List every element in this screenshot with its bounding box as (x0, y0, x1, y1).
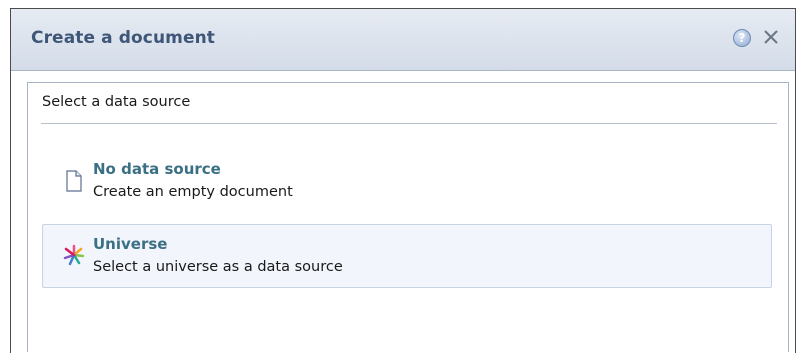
option-description: Create an empty document (93, 184, 293, 200)
close-icon[interactable] (761, 27, 781, 47)
dialog-titlebar: Create a document ? (11, 9, 795, 71)
create-document-dialog: Create a document ? Select a data source… (10, 8, 796, 353)
dialog-title: Create a document (31, 28, 216, 48)
help-icon[interactable]: ? (733, 29, 751, 47)
data-source-panel: Select a data source No data source Crea… (27, 82, 789, 352)
option-description: Select a universe as a data source (93, 259, 343, 275)
option-title: Universe (93, 235, 168, 253)
section-label: Select a data source (42, 94, 191, 110)
option-title: No data source (93, 160, 221, 178)
option-no-data-source[interactable]: No data source Create an empty document (42, 149, 772, 213)
option-universe[interactable]: Universe Select a universe as a data sou… (42, 224, 772, 288)
universe-icon (63, 244, 85, 266)
document-icon (66, 170, 82, 192)
separator (41, 123, 777, 124)
